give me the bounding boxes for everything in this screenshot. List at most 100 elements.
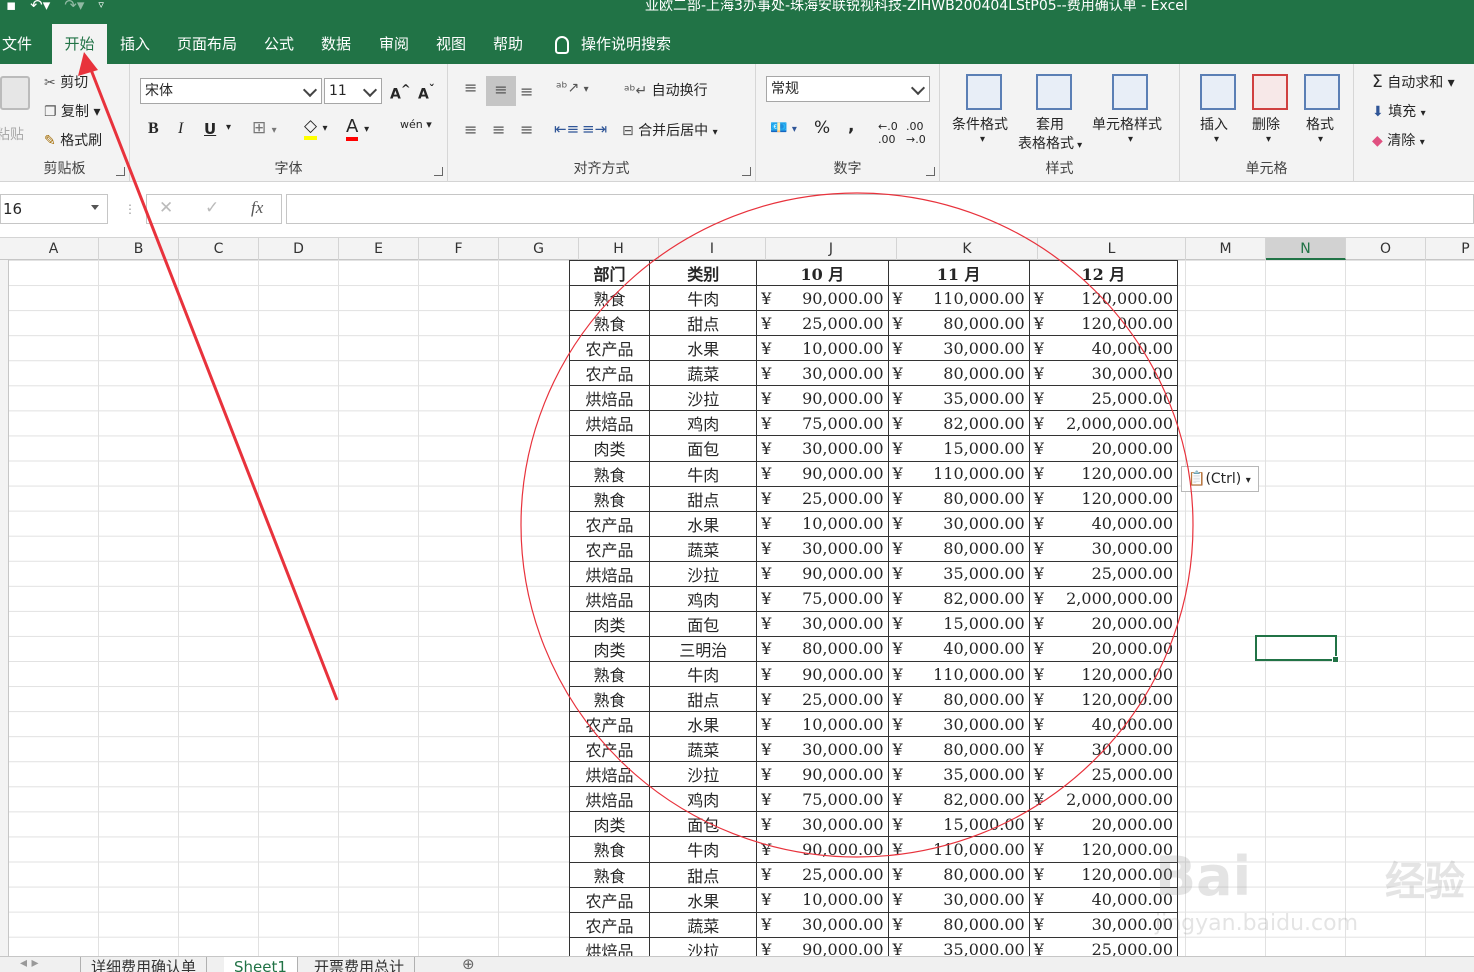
align-top-icon[interactable]: ≡ — [464, 78, 477, 97]
amount-cell[interactable]: ¥40,000.00 — [887, 635, 1030, 663]
amount-cell[interactable]: ¥20,000.00 — [1028, 435, 1179, 462]
amount-cell[interactable]: ¥30,000.00 — [1028, 911, 1179, 938]
category-cell[interactable]: 水果 — [649, 886, 758, 913]
amount-cell[interactable]: ¥90,000.00 — [756, 761, 889, 788]
number-launcher-icon[interactable] — [926, 167, 935, 176]
amount-cell[interactable]: ¥110,000.00 — [887, 836, 1030, 863]
department-cell[interactable]: 农产品 — [568, 510, 651, 537]
department-cell[interactable]: 肉类 — [568, 635, 651, 663]
category-cell[interactable]: 水果 — [649, 711, 758, 738]
tab-formulas[interactable]: 公式 — [258, 24, 300, 64]
amount-cell[interactable]: ¥80,000.00 — [887, 360, 1030, 387]
category-cell[interactable]: 鸡肉 — [649, 786, 758, 813]
category-cell[interactable]: 甜点 — [649, 310, 758, 337]
column-header-g[interactable]: G — [499, 238, 579, 260]
worksheet-grid[interactable]: 部门 类别 10 月 11 月 12 月 熟食 牛肉 ¥90,000.00 ¥110,… — [9, 260, 1474, 956]
amount-cell[interactable]: ¥82,000.00 — [887, 585, 1030, 612]
amount-cell[interactable]: ¥15,000.00 — [887, 811, 1030, 838]
merge-center-button[interactable]: ⊟ 合并后居中 ▾ — [622, 120, 718, 140]
insert-cells-button[interactable]: 插入 — [1200, 114, 1228, 134]
amount-cell[interactable]: ¥30,000.00 — [1028, 360, 1179, 387]
active-cell-selection[interactable] — [1255, 635, 1339, 663]
decrease-decimal-icon[interactable]: .00 →.0 — [906, 120, 926, 146]
amount-cell[interactable]: ¥10,000.00 — [756, 711, 889, 738]
category-cell[interactable]: 甜点 — [649, 861, 758, 888]
department-cell[interactable]: 熟食 — [568, 285, 651, 312]
amount-cell[interactable]: ¥30,000.00 — [1028, 736, 1179, 763]
align-bottom-icon[interactable]: ≡ — [520, 82, 533, 101]
amount-cell[interactable]: ¥15,000.00 — [887, 435, 1030, 462]
copy-button[interactable]: ❐ 复制 ▾ — [44, 101, 101, 121]
undo-icon[interactable]: ↶▾ — [30, 0, 50, 14]
amount-cell[interactable]: ¥25,000.00 — [1028, 385, 1179, 412]
amount-cell[interactable]: ¥10,000.00 — [756, 335, 889, 362]
customize-qat-icon[interactable]: ▿ — [98, 0, 104, 14]
amount-cell[interactable]: ¥2,000,000.00 — [1028, 585, 1179, 612]
category-cell[interactable]: 面包 — [649, 435, 758, 462]
amount-cell[interactable]: ¥10,000.00 — [756, 886, 889, 913]
amount-cell[interactable]: ¥25,000.00 — [756, 686, 889, 713]
amount-cell[interactable]: ¥20,000.00 — [1028, 610, 1179, 637]
tab-view[interactable]: 视图 — [430, 24, 472, 64]
add-sheet-icon[interactable]: ⊕ — [462, 957, 475, 972]
comma-style-button[interactable]: , — [848, 116, 854, 136]
sheet-tab-sheet1[interactable]: Sheet1 — [224, 957, 298, 972]
amount-cell[interactable]: ¥120,000.00 — [1028, 485, 1179, 512]
category-cell[interactable]: 水果 — [649, 335, 758, 362]
paste-options-button[interactable]: 📋(Ctrl) ▾ — [1181, 466, 1259, 492]
amount-cell[interactable]: ¥120,000.00 — [1028, 660, 1179, 688]
amount-cell[interactable]: ¥80,000.00 — [887, 535, 1030, 562]
amount-cell[interactable]: ¥35,000.00 — [887, 761, 1030, 788]
category-cell[interactable]: 面包 — [649, 610, 758, 637]
header-dec[interactable]: 12 月 — [1028, 260, 1179, 287]
fill-color-icon[interactable]: ◇ ▾ — [304, 116, 328, 140]
amount-cell[interactable]: ¥40,000.00 — [1028, 510, 1179, 537]
amount-cell[interactable]: ¥25,000.00 — [756, 485, 889, 512]
category-cell[interactable]: 三明治 — [649, 635, 758, 663]
accounting-format-icon[interactable]: 💶 ▾ — [770, 120, 797, 136]
amount-cell[interactable]: ¥30,000.00 — [756, 911, 889, 938]
amount-cell[interactable]: ¥90,000.00 — [756, 836, 889, 863]
cell-styles-button[interactable]: 单元格样式 — [1092, 114, 1162, 134]
amount-cell[interactable]: ¥80,000.00 — [887, 861, 1030, 888]
redo-icon[interactable]: ↷▾ — [64, 0, 84, 14]
format-cells-button[interactable]: 格式 — [1306, 114, 1334, 134]
amount-cell[interactable]: ¥30,000.00 — [1028, 535, 1179, 562]
amount-cell[interactable]: ¥90,000.00 — [756, 660, 889, 688]
scroll-tabs-icon[interactable]: ◂ ▸ — [20, 957, 39, 971]
amount-cell[interactable]: ¥25,000.00 — [756, 310, 889, 337]
amount-cell[interactable]: ¥20,000.00 — [1028, 811, 1179, 838]
header-category[interactable]: 类别 — [649, 260, 758, 287]
amount-cell[interactable]: ¥30,000.00 — [887, 886, 1030, 913]
column-header-a[interactable]: A — [9, 238, 99, 260]
amount-cell[interactable]: ¥90,000.00 — [756, 460, 889, 487]
column-header-h[interactable]: H — [579, 238, 659, 260]
alignment-launcher-icon[interactable] — [742, 167, 751, 176]
amount-cell[interactable]: ¥80,000.00 — [887, 911, 1030, 938]
orientation-icon[interactable]: ᵃᵇ↗ ▾ — [556, 80, 589, 96]
department-cell[interactable]: 肉类 — [568, 811, 651, 838]
amount-cell[interactable]: ¥30,000.00 — [756, 736, 889, 763]
decrease-indent-icon[interactable]: ⇤≡ — [554, 120, 579, 138]
amount-cell[interactable]: ¥2,000,000.00 — [1028, 410, 1179, 437]
department-cell[interactable]: 农产品 — [568, 360, 651, 387]
amount-cell[interactable]: ¥90,000.00 — [756, 385, 889, 412]
category-cell[interactable]: 蔬菜 — [649, 911, 758, 938]
number-format-combo[interactable]: 常规 — [766, 76, 930, 102]
font-launcher-icon[interactable] — [434, 167, 443, 176]
column-header-k[interactable]: K — [897, 238, 1038, 260]
amount-cell[interactable]: ¥35,000.00 — [887, 936, 1030, 956]
tab-data[interactable]: 数据 — [315, 24, 357, 64]
amount-cell[interactable]: ¥10,000.00 — [756, 510, 889, 537]
department-cell[interactable]: 熟食 — [568, 686, 651, 713]
borders-icon[interactable]: ⊞ ▾ — [252, 118, 277, 138]
clear-button[interactable]: ◆ 清除 ▾ — [1372, 130, 1425, 150]
delete-cells-button[interactable]: 删除 — [1252, 114, 1280, 134]
department-cell[interactable]: 熟食 — [568, 660, 651, 688]
department-cell[interactable]: 农产品 — [568, 711, 651, 738]
tab-home[interactable]: 开始 — [52, 24, 107, 64]
amount-cell[interactable]: ¥120,000.00 — [1028, 686, 1179, 713]
department-cell[interactable]: 烘焙品 — [568, 936, 651, 956]
category-cell[interactable]: 沙拉 — [649, 385, 758, 412]
align-middle-icon[interactable]: ≡ — [486, 76, 516, 106]
